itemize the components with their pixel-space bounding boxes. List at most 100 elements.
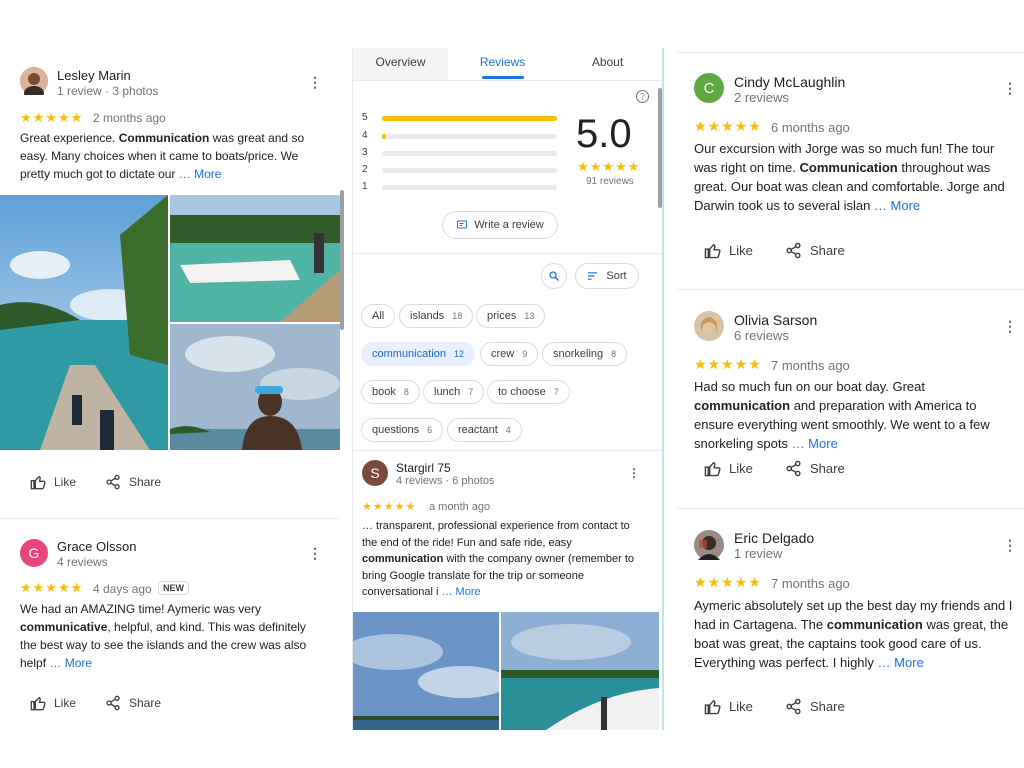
rating-bar-row[interactable]: 1 — [362, 181, 562, 193]
help-icon[interactable]: ? — [636, 90, 649, 103]
topic-chip[interactable]: book 8 — [361, 380, 420, 404]
review-text: Had so much fun on our boat day. Great c… — [694, 379, 990, 451]
more-link[interactable]: … More — [179, 167, 222, 181]
share-icon — [106, 474, 120, 490]
more-options-icon[interactable]: ⋮ — [308, 74, 322, 91]
share-button[interactable]: Share — [785, 460, 845, 477]
chip-count: 12 — [453, 349, 464, 359]
like-label: Like — [54, 475, 77, 489]
topic-chip[interactable]: questions 6 — [361, 418, 444, 442]
avatar-eric[interactable] — [694, 530, 724, 560]
share-button[interactable]: Share — [105, 695, 161, 711]
review-photo-boat[interactable] — [170, 195, 340, 322]
reviewer-meta: 4 reviews · 6 photos — [396, 475, 495, 487]
reviewer-name[interactable]: Lesley Marin — [57, 68, 131, 83]
tab-overview[interactable]: Overview — [353, 48, 448, 80]
chip-label: All — [372, 310, 385, 322]
avatar-cindy[interactable]: C — [694, 73, 724, 103]
avatar-stargirl[interactable]: S — [362, 460, 388, 486]
share-icon — [786, 698, 801, 715]
topic-chip[interactable]: snorkeling 8 — [542, 342, 628, 366]
like-label: Like — [54, 696, 77, 710]
tab-about[interactable]: About — [560, 48, 655, 76]
avatar-olivia[interactable] — [694, 311, 724, 341]
sort-button[interactable]: Sort — [575, 263, 639, 289]
scrollbar[interactable] — [340, 190, 344, 330]
reviewer-name[interactable]: Eric Delgado — [734, 530, 814, 546]
review-count: 91 reviews — [586, 176, 634, 187]
share-button[interactable]: Share — [105, 474, 161, 490]
chip-label: crew — [491, 348, 515, 360]
write-review-button[interactable]: Write a review — [442, 211, 558, 239]
chip-count: 4 — [505, 425, 511, 435]
more-options-icon[interactable]: ⋮ — [308, 545, 322, 562]
rating-bar-row[interactable]: 3 — [362, 147, 562, 159]
review-date: 4 days ago — [93, 582, 152, 596]
more-options-icon[interactable]: ⋮ — [628, 466, 640, 480]
avatar-grace[interactable]: G — [20, 539, 48, 567]
topic-chip[interactable]: islands 18 — [399, 304, 474, 328]
rating-bar-row[interactable]: 2 — [362, 164, 562, 176]
rating-bar-fill — [382, 116, 557, 121]
review-photo-sky[interactable] — [353, 612, 499, 730]
more-link[interactable]: … More — [442, 586, 481, 598]
reviewer-name[interactable]: Olivia Sarson — [734, 312, 817, 328]
avatar-lesley[interactable] — [20, 67, 48, 95]
tabs-divider — [353, 80, 662, 81]
more-link[interactable]: … More — [874, 198, 920, 213]
topic-chip[interactable]: crew 9 — [480, 342, 539, 366]
divider — [0, 518, 340, 519]
rating-stars: ★★★★★ — [20, 110, 84, 125]
review-text: Great experience. Communication was grea… — [20, 131, 305, 181]
more-options-icon[interactable]: ⋮ — [1003, 80, 1017, 97]
share-label: Share — [810, 461, 845, 476]
chip-count: 7 — [553, 387, 559, 397]
thumbs-up-icon — [704, 700, 721, 715]
like-button[interactable]: Like — [30, 695, 76, 711]
rating-bar-row[interactable]: 5 — [362, 112, 562, 124]
chip-label: lunch — [434, 386, 461, 398]
topic-chip[interactable]: to choose 7 — [487, 380, 570, 404]
review-text: Aymeric absolutely set up the best day m… — [694, 598, 1013, 670]
avatar-initial: C — [703, 79, 715, 97]
more-options-icon[interactable]: ⋮ — [1003, 318, 1017, 335]
like-button[interactable]: Like — [30, 474, 76, 490]
rating-bar-label: 4 — [362, 130, 368, 141]
share-icon — [786, 460, 801, 477]
reviewer-name[interactable]: Cindy McLaughlin — [734, 74, 845, 90]
topic-chip[interactable]: lunch 7 — [423, 380, 485, 404]
chip-label: communication — [372, 348, 446, 360]
rating-bar-row[interactable]: 4 — [362, 130, 562, 142]
like-button[interactable]: Like — [704, 460, 753, 477]
more-link[interactable]: … More — [878, 655, 924, 670]
search-reviews-button[interactable] — [541, 263, 567, 289]
more-link[interactable]: … More — [792, 436, 838, 451]
more-options-icon[interactable]: ⋮ — [1003, 537, 1017, 554]
topic-chip[interactable]: prices 13 — [476, 304, 546, 328]
tab-label: Overview — [375, 55, 426, 69]
review-photo-pier[interactable] — [0, 195, 168, 450]
review-photo-bow[interactable] — [501, 612, 659, 730]
share-button[interactable]: Share — [785, 242, 845, 259]
divider — [353, 450, 662, 451]
divider — [353, 253, 662, 254]
tab-reviews[interactable]: Reviews — [455, 48, 550, 76]
review-photo-captain[interactable] — [170, 324, 340, 450]
reviewer-name[interactable]: Grace Olsson — [57, 539, 136, 554]
more-link[interactable]: … More — [49, 656, 92, 670]
like-label: Like — [729, 699, 753, 714]
topic-chip[interactable]: All — [361, 304, 396, 328]
share-button[interactable]: Share — [785, 698, 845, 715]
topic-chip[interactable]: reactant 4 — [447, 418, 522, 442]
like-label: Like — [729, 461, 753, 476]
scrollbar[interactable] — [658, 88, 662, 208]
rating-bar-label: 2 — [362, 164, 368, 175]
topic-chip[interactable]: communication 12 — [361, 342, 475, 366]
like-button[interactable]: Like — [704, 242, 753, 259]
like-button[interactable]: Like — [704, 698, 753, 715]
rating-stars: ★★★★★ — [694, 356, 762, 372]
like-label: Like — [729, 243, 753, 258]
reviewer-name[interactable]: Stargirl 75 — [396, 461, 451, 475]
chip-count: 9 — [522, 349, 528, 359]
rating-bar-track — [382, 116, 557, 121]
